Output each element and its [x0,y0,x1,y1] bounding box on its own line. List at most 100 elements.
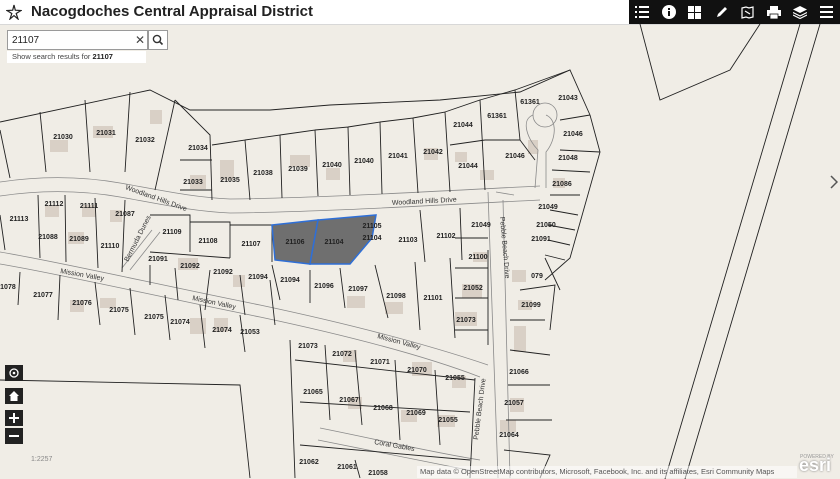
street-label: Woodland Hills Drive [392,197,457,207]
parcel-label: 21100 [468,254,487,261]
list-icon[interactable] [631,1,653,23]
parcel-label: 21040 [322,162,342,169]
parcel-label: 21098 [386,293,406,300]
parcel-label: 21108 [198,238,217,245]
parcel-label: 21075 [109,307,129,314]
parcel-label: 61361 [520,99,540,106]
search-button[interactable] [148,30,168,50]
parcel-label: 21101 [423,295,442,302]
map-canvas[interactable]: Woodland Hills Drive Woodland Hills Driv… [0,24,840,479]
street-label: Pebble Beach Drive [473,378,488,440]
parcel-label: 21043 [558,95,578,102]
parcel-label: 21087 [115,211,135,218]
scale-label: 1:2257 [31,456,53,463]
parcel-label: 21088 [38,234,58,241]
app-header: Nacogdoches Central Appraisal District [0,0,840,25]
chevron-right-icon[interactable] [830,175,838,189]
parcel-label: 21062 [299,459,319,466]
locate-button[interactable] [5,365,23,381]
parcel-label: 21077 [33,292,53,299]
parcel-label: 21073 [298,343,318,350]
parcel-label: 21058 [368,470,388,477]
street-label: Mission Valley [376,333,421,351]
parcel-label: 21033 [183,179,203,186]
suggestion-prefix: Show search results for [12,52,91,61]
parcel-label: 21094 [280,277,300,284]
search-input[interactable] [12,32,130,48]
street-label: Mission Valley [192,295,237,311]
parcel-label: 21048 [558,155,578,162]
zoom-in-button[interactable] [5,410,23,426]
parcel-label: 21110 [101,243,120,250]
parcel-label: 21074 [212,327,232,334]
parcel-label: 21094 [248,274,268,281]
parcel-label: 21068 [373,405,393,412]
parcel-label: 21065 [303,389,323,396]
parcel-label: 21032 [135,137,155,144]
parcel-label: 21086 [552,181,572,188]
print-icon[interactable] [763,1,785,23]
parcel-label: 21112 [45,201,64,208]
parcel-label: 21078 [0,284,16,291]
search-suggestion[interactable]: Show search results for 21107 [7,51,146,63]
parcel-label: 21089 [69,236,89,243]
star-logo-icon [6,4,22,20]
suggestion-term: 21107 [92,52,113,61]
plus-icon [9,413,19,423]
parcel-label: 21046 [505,153,525,160]
parcel-map[interactable]: Woodland Hills Drive Woodland Hills Driv… [0,24,840,479]
parcel-label: 21039 [288,166,308,173]
search-box: ✕ [7,30,148,50]
menu-icon[interactable] [816,1,838,23]
parcel-label: 21050 [536,222,556,229]
parcel-label: 21097 [348,286,368,293]
layers-icon[interactable] [789,1,811,23]
parcel-label: 21046 [563,131,583,138]
parcel-label: 21092 [180,263,200,270]
parcel-label: 61361 [487,113,507,120]
parcel-label: 079 [531,273,543,280]
parcel-label: 21049 [471,222,491,229]
parcel-label: 21109 [162,229,181,236]
parcel-label: 21052 [463,285,483,292]
parcel-label: 21061 [337,464,357,471]
clear-icon[interactable]: ✕ [134,32,146,48]
parcel-label: 21053 [240,329,260,336]
parcel-label: 21111 [80,203,98,210]
street-label: Pebble Beach Drive [498,217,510,279]
parcel-label: 21076 [72,300,92,307]
parcel-label: 21041 [388,153,408,160]
parcel-label: 21031 [96,130,116,137]
pencil-icon[interactable] [710,1,732,23]
map-print-icon[interactable] [737,1,759,23]
zoom-out-button[interactable] [5,428,23,444]
building-footprints [45,110,565,432]
grid-icon[interactable] [684,1,706,23]
parcel-label: 21096 [314,283,334,290]
home-button[interactable] [5,388,23,404]
parcel-label: 21044 [453,122,473,129]
parcel-label: 21067 [339,397,359,404]
parcel-label: 21049 [538,204,558,211]
parcel-label: 21072 [332,351,352,358]
parcel-label: 21092 [213,269,233,276]
info-icon[interactable] [658,1,680,23]
parcel-label: 21040 [354,158,374,165]
parcel-label: 21038 [253,170,273,177]
parcel-label: 21104 [362,235,381,242]
parcel-label: 21035 [220,177,240,184]
locate-icon [9,368,19,378]
parcel-label: 21107 [241,241,260,248]
parcel-label: 21099 [521,302,541,309]
parcel-label: 21103 [398,237,417,244]
parcel-label: 21073 [456,317,476,324]
parcel-label: 21070 [407,367,427,374]
parcel-label: 21064 [499,432,519,439]
parcel-label: 21104 [324,239,343,246]
street-label: Coral Gables [374,439,416,453]
map-attribution: Map data © OpenStreetMap contributors, M… [417,466,797,478]
street-label: Mission Valley [60,268,105,283]
minus-icon [9,435,19,437]
parcel-label: 21105 [362,223,381,230]
parcel-label: 21071 [370,359,390,366]
